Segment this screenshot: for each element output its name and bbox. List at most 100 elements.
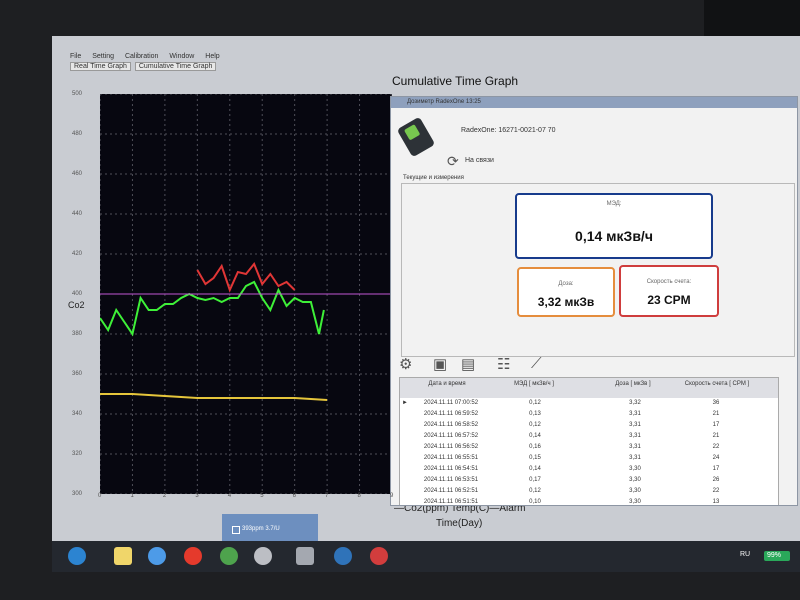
x-tick-label: 3 xyxy=(195,493,199,499)
dose-label: Доза: xyxy=(558,281,574,287)
filter-sliders-icon[interactable]: ☷ xyxy=(497,355,510,373)
device-name: RadexOne: 16271-0021-07 70 xyxy=(461,127,556,134)
x-tick-label: 5 xyxy=(260,493,264,499)
chrome-icon[interactable] xyxy=(220,547,238,565)
cell-mad: 0,14 xyxy=(529,433,541,439)
series-co2-ppm- xyxy=(100,280,325,337)
co2-plot xyxy=(100,94,392,494)
cell-datetime: 2024.11.11 06:59:52 xyxy=(423,411,479,417)
monitor-icon[interactable] xyxy=(296,547,314,565)
app-icon[interactable] xyxy=(254,547,272,565)
dose-card: Доза: 3,32 мкЗв xyxy=(517,267,615,317)
save-disk-icon[interactable]: ▣ xyxy=(433,355,447,373)
tray-language[interactable]: RU xyxy=(740,551,750,558)
x-tick-label: 9 xyxy=(390,493,394,499)
table-row[interactable]: 2024.11.11 06:51:51 0,10 3,30 13 xyxy=(400,497,778,505)
cell-mad: 0,12 xyxy=(529,400,541,406)
menu-setting[interactable]: Setting xyxy=(92,53,114,60)
cell-rate: 21 xyxy=(712,411,720,417)
tab-bar: Real Time Graph Cumulative Time Graph xyxy=(70,62,218,71)
cell-mad: 0,14 xyxy=(529,466,541,472)
yandex-icon[interactable] xyxy=(184,547,202,565)
connection-status: На связи xyxy=(465,157,494,164)
y-tick-label: 320 xyxy=(72,451,83,457)
status-text: 393ppm 3.7/U xyxy=(242,526,280,532)
header-mad: МЭД [ мкЗв/ч ] xyxy=(514,381,554,387)
table-row[interactable]: 2024.11.11 06:52:51 0,12 3,30 22 xyxy=(400,486,778,497)
table-row[interactable]: 2024.11.11 06:56:52 0,16 3,31 22 xyxy=(400,442,778,453)
table-row[interactable]: 2024.11.11 06:59:52 0,13 3,31 21 xyxy=(400,409,778,420)
menu-help[interactable]: Help xyxy=(205,53,219,60)
dosimeter-device-icon xyxy=(396,116,436,158)
cell-mad: 0,12 xyxy=(529,488,541,494)
cell-rate: 17 xyxy=(712,422,720,428)
mad-label: МЭД: xyxy=(606,201,622,207)
x-tick-label: 4 xyxy=(227,493,232,499)
cell-rate: 21 xyxy=(712,433,720,439)
table-row[interactable]: ► 2024.11.11 07:00:52 0,12 3,32 36 xyxy=(400,398,778,409)
y-tick-label: 300 xyxy=(72,491,83,497)
y-tick-label: 340 xyxy=(72,411,83,417)
cell-dose: 3,30 xyxy=(629,466,641,472)
cell-mad: 0,10 xyxy=(529,499,541,505)
settings-gear-icon[interactable]: ⚙ xyxy=(399,355,412,373)
browser-icon[interactable] xyxy=(148,547,166,565)
cell-rate: 13 xyxy=(712,499,720,505)
menu-window[interactable]: Window xyxy=(169,53,194,60)
mad-value: 0,14 мкЗв/ч xyxy=(575,228,653,244)
dose-value: 3,32 мкЗв xyxy=(537,295,595,309)
cell-dose: 3,31 xyxy=(629,422,641,428)
folder-open-icon[interactable]: ▤ xyxy=(461,355,475,373)
graph-title: Cumulative Time Graph xyxy=(392,74,519,88)
cell-dose: 3,31 xyxy=(629,444,641,450)
table-row[interactable]: 2024.11.11 06:55:51 0,15 3,31 24 xyxy=(400,453,778,464)
cell-mad: 0,16 xyxy=(529,444,541,450)
cell-dose: 3,31 xyxy=(629,455,641,461)
cell-datetime: 2024.11.11 06:58:52 xyxy=(423,422,479,428)
paint-icon[interactable] xyxy=(370,547,388,565)
radiation-icon[interactable] xyxy=(334,547,352,565)
chart-trend-icon[interactable]: ⟋ xyxy=(531,355,542,372)
start-button-icon[interactable] xyxy=(68,547,86,565)
refresh-icon[interactable]: ⟳ xyxy=(447,153,459,170)
menu-calibration[interactable]: Calibration xyxy=(125,53,158,60)
cell-datetime: 2024.11.11 06:51:51 xyxy=(423,499,479,505)
table-row[interactable]: 2024.11.11 06:54:51 0,14 3,30 17 xyxy=(400,464,778,475)
rate-label: Скорость счета: xyxy=(646,279,692,285)
dialog-title-bar[interactable]: Дозиметр RadexOne 13:25 xyxy=(391,97,797,108)
monitor-bezel-corner xyxy=(704,0,800,36)
y-tick-label: 500 xyxy=(72,91,83,97)
cell-dose: 3,30 xyxy=(629,477,641,483)
table-header: Дата и время МЭД [ мкЗв/ч ] Доза [ мкЗв … xyxy=(400,378,778,398)
cell-dose: 3,30 xyxy=(629,499,641,505)
x-tick-label: 7 xyxy=(325,493,329,499)
y-tick-label: 480 xyxy=(72,131,83,137)
dialog-title: Дозиметр RadexOne 13:25 xyxy=(407,99,481,105)
table-row[interactable]: 2024.11.11 06:53:51 0,17 3,30 26 xyxy=(400,475,778,486)
cell-datetime: 2024.11.11 06:55:51 xyxy=(423,455,479,461)
header-dose: Доза [ мкЗв ] xyxy=(615,381,651,387)
y-axis-label: Co2 xyxy=(68,300,85,310)
folder-icon[interactable] xyxy=(114,547,132,565)
tab-real-time-graph[interactable]: Real Time Graph xyxy=(70,62,131,71)
table-row[interactable]: 2024.11.11 06:58:52 0,12 3,31 17 xyxy=(400,420,778,431)
status-icon xyxy=(232,526,240,534)
cell-dose: 3,30 xyxy=(629,488,641,494)
status-box[interactable]: 393ppm 3.7/U xyxy=(222,514,318,544)
table-row[interactable]: 2024.11.11 06:57:52 0,14 3,31 21 xyxy=(400,431,778,442)
battery-indicator[interactable]: 99% xyxy=(764,551,790,561)
series-temp-c- xyxy=(100,393,328,401)
cell-rate: 36 xyxy=(712,400,720,406)
x-tick-label: 1 xyxy=(130,493,134,499)
cell-rate: 24 xyxy=(712,455,720,461)
taskbar: RU 99% xyxy=(52,541,800,572)
tab-cumulative-time-graph[interactable]: Cumulative Time Graph xyxy=(134,62,217,71)
header-rate: Скорость счета [ CPM ] xyxy=(684,381,750,387)
cell-datetime: 2024.11.11 06:56:52 xyxy=(423,444,479,450)
battery-value: 99% xyxy=(767,552,782,559)
x-axis-label: Time(Day) xyxy=(436,518,483,529)
menu-file[interactable]: File xyxy=(70,53,81,60)
x-tick-label: 6 xyxy=(292,493,296,499)
row-marker-icon: ► xyxy=(402,400,408,406)
cell-datetime: 2024.11.11 07:00:52 xyxy=(423,400,479,406)
